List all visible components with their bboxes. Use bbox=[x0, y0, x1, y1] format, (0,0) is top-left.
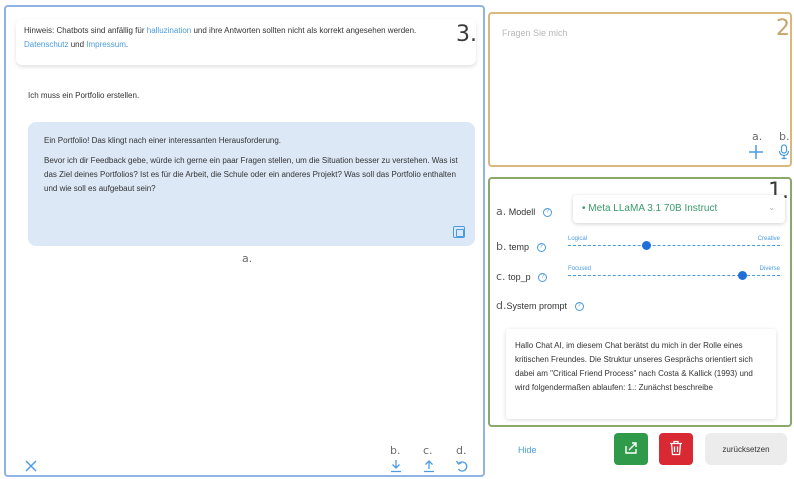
temp-slider-handle[interactable] bbox=[642, 241, 652, 250]
temp-slider[interactable]: Logical Creative bbox=[568, 236, 780, 256]
download-icon[interactable] bbox=[389, 459, 403, 473]
marker-b: b. bbox=[390, 444, 401, 457]
reset-button[interactable]: zurücksetzen bbox=[705, 433, 787, 465]
help-icon[interactable]: ? bbox=[574, 302, 584, 312]
temp-slider-track bbox=[568, 245, 780, 246]
system-prompt-label: System prompt bbox=[506, 301, 568, 311]
model-value: Meta LLaMA 3.1 70B Instruct bbox=[588, 203, 718, 214]
marker-a: a. bbox=[242, 252, 253, 265]
prompt-input[interactable] bbox=[502, 28, 752, 38]
delete-button[interactable] bbox=[659, 433, 693, 465]
notice-and: und bbox=[70, 40, 85, 49]
notice-period: . bbox=[125, 40, 129, 49]
help-icon[interactable]: ? bbox=[536, 243, 546, 253]
panel-marker-3: 3. bbox=[456, 22, 477, 47]
model-row-label: a. Modell ? bbox=[496, 205, 552, 218]
top-p-min-label: Focused bbox=[568, 266, 592, 272]
top-p-label: top_p bbox=[508, 272, 531, 282]
close-icon[interactable] bbox=[24, 459, 38, 473]
copy-icon[interactable] bbox=[453, 226, 465, 238]
panel-marker-2: 2 bbox=[776, 16, 790, 41]
hallucination-link[interactable]: halluzination bbox=[147, 26, 191, 35]
disclaimer-notice: Hinweis: Chatbots sind anfällig für hall… bbox=[16, 19, 476, 65]
undo-icon[interactable] bbox=[455, 459, 469, 473]
system-prompt-letter: d. bbox=[496, 299, 507, 312]
microphone-icon[interactable] bbox=[778, 144, 790, 160]
top-p-slider-track bbox=[568, 275, 780, 276]
model-letter: a. bbox=[496, 205, 507, 218]
top-p-slider[interactable]: Focused Diverse bbox=[568, 266, 780, 286]
temp-row-label: b. temp ? bbox=[496, 240, 546, 253]
privacy-link[interactable]: Datenschutz bbox=[24, 40, 68, 49]
help-icon[interactable]: ? bbox=[542, 208, 552, 218]
trash-icon bbox=[669, 440, 683, 459]
temp-min-label: Logical bbox=[568, 236, 588, 242]
hide-button[interactable]: Hide bbox=[518, 445, 537, 455]
model-select[interactable]: • Meta LLaMA 3.1 70B Instruct ⌄ bbox=[573, 195, 785, 223]
system-prompt-row-label: d.System prompt ? bbox=[496, 299, 584, 312]
input-panel: 2 a. b. bbox=[488, 12, 792, 167]
settings-panel: 1. a. Modell ? • Meta LLaMA 3.1 70B Inst… bbox=[488, 177, 792, 427]
assistant-paragraph-1: Ein Portfolio! Das klingt nach einer int… bbox=[44, 136, 282, 145]
marker-input-b: b. bbox=[779, 130, 790, 143]
top-p-slider-handle[interactable] bbox=[737, 271, 747, 280]
top-p-max-label: Diverse bbox=[759, 266, 780, 272]
notice-prefix: Hinweis: Chatbots sind anfällig für bbox=[24, 26, 145, 35]
model-dot-icon: • bbox=[582, 203, 586, 214]
top-p-letter: c. bbox=[496, 270, 506, 283]
assistant-message: Ein Portfolio! Das klingt nach einer int… bbox=[28, 122, 475, 246]
system-prompt-textarea[interactable]: Hallo Chat AI, im diesem Chat berätst du… bbox=[506, 329, 776, 419]
chevron-down-icon: ⌄ bbox=[768, 203, 775, 212]
temp-max-label: Creative bbox=[757, 236, 780, 242]
chat-panel: Hinweis: Chatbots sind anfällig für hall… bbox=[4, 5, 485, 477]
share-icon bbox=[623, 440, 639, 459]
user-message: Ich muss ein Portfolio erstellen. bbox=[28, 91, 140, 100]
add-icon[interactable] bbox=[748, 144, 764, 160]
assistant-paragraph-2: Bevor ich dir Feedback gebe, würde ich g… bbox=[44, 156, 458, 193]
help-icon[interactable]: ? bbox=[538, 273, 548, 283]
temp-label: temp bbox=[509, 242, 530, 252]
share-button[interactable] bbox=[614, 433, 648, 465]
temp-letter: b. bbox=[496, 240, 507, 253]
model-label: Modell bbox=[508, 207, 536, 217]
top-p-row-label: c. top_p ? bbox=[496, 270, 548, 283]
marker-d: d. bbox=[456, 444, 467, 457]
imprint-link[interactable]: Impressum bbox=[86, 40, 126, 49]
marker-input-a: a. bbox=[752, 130, 763, 143]
marker-c: c. bbox=[423, 444, 433, 457]
notice-middle: und ihre Antworten sollten nicht als kor… bbox=[193, 26, 417, 35]
upload-icon[interactable] bbox=[422, 459, 436, 473]
